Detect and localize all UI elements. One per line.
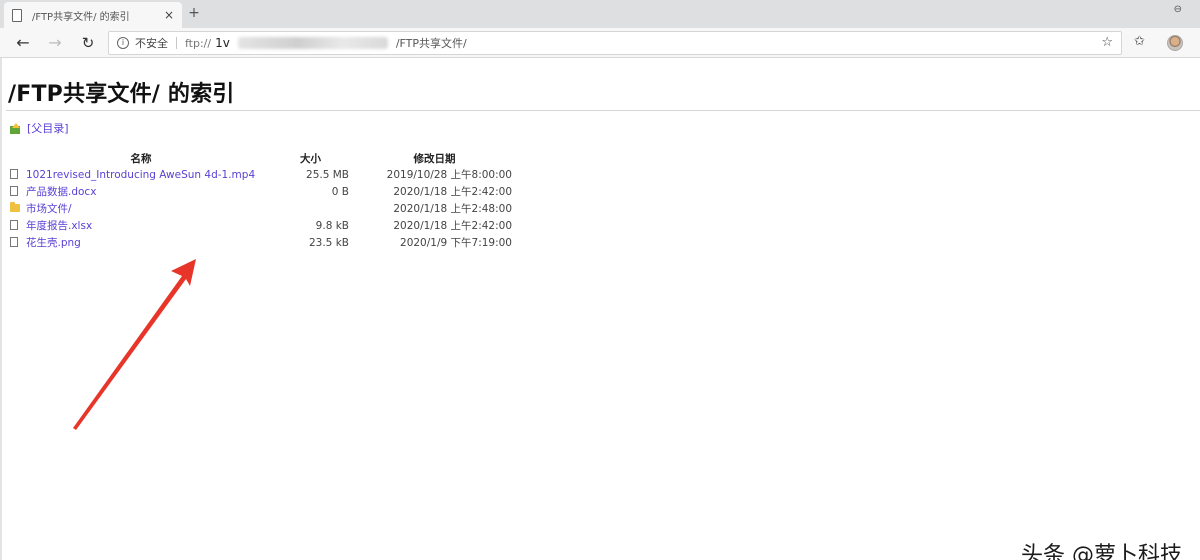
- new-tab-button[interactable]: +: [186, 5, 202, 21]
- file-modified-cell: 2020/1/18 上午2:48:00: [393, 203, 512, 215]
- table-row: 产品数据.docx 0 B 2020/1/18 上午2:42:00: [10, 183, 512, 200]
- column-header-modified[interactable]: 修改日期: [357, 150, 512, 166]
- security-label[interactable]: 不安全: [135, 35, 168, 51]
- page-icon: [12, 8, 22, 22]
- file-name-cell: 1021revised_Introducing AweSun 4d-1.mp4: [10, 166, 272, 183]
- file-size-cell: 23.5 kB: [308, 236, 349, 249]
- title-divider: [6, 110, 1200, 111]
- file-link[interactable]: 1021revised_Introducing AweSun 4d-1.mp4: [26, 169, 255, 181]
- parent-folder-icon: [10, 122, 21, 134]
- arrow-shape: [73, 259, 196, 430]
- browser-tab[interactable]: /FTP共享文件/ 的索引 ×: [4, 2, 182, 28]
- table-row: 市场文件/2020/1/18 上午2:48:00: [10, 200, 512, 217]
- file-link[interactable]: 花生壳.png: [26, 237, 81, 249]
- favorites-icon[interactable]: ✩: [1134, 34, 1145, 49]
- file-icon: [10, 168, 18, 179]
- folder-icon: [10, 202, 20, 212]
- file-name-cell: 年度报告.xlsx: [10, 217, 272, 234]
- profile-avatar[interactable]: [1167, 35, 1183, 51]
- url-scheme: ftp://: [185, 36, 212, 50]
- reload-button[interactable]: ↻: [77, 32, 99, 54]
- tab-close-button[interactable]: ×: [162, 8, 176, 22]
- back-button[interactable]: ←: [12, 32, 34, 54]
- url-host: 1v: [215, 36, 230, 50]
- file-name-cell: 花生壳.png: [10, 234, 272, 251]
- table-row: 1021revised_Introducing AweSun 4d-1.mp4 2…: [10, 166, 512, 183]
- parent-directory-row: [父目录]: [10, 120, 69, 136]
- file-modified-cell: 2020/1/9 下午7:19:00: [400, 237, 512, 249]
- file-link[interactable]: 年度报告.xlsx: [26, 220, 92, 232]
- file-size-cell: 25.5 MB: [306, 168, 349, 181]
- parent-directory-link[interactable]: [父目录]: [27, 120, 69, 136]
- file-name-cell: 市场文件/: [10, 200, 272, 217]
- file-link[interactable]: 产品数据.docx: [26, 186, 96, 198]
- content-left-border: [0, 58, 2, 560]
- file-listing-table: 名称 大小 修改日期 1021revised_Introducing AweSu…: [10, 150, 512, 251]
- address-bar[interactable]: i 不安全 ftp:// 1v /FTP共享文件/ ☆: [108, 31, 1122, 55]
- url-path: /FTP共享文件/: [395, 37, 467, 50]
- file-size-cell: 9.8 kB: [315, 219, 349, 232]
- file-modified-cell: 2019/10/28 上午8:00:00: [386, 169, 512, 181]
- address-separator: [176, 37, 177, 49]
- file-size-cell: 0 B: [331, 185, 349, 198]
- column-header-name[interactable]: 名称: [10, 150, 272, 166]
- file-name-cell: 产品数据.docx: [10, 183, 272, 200]
- file-modified-cell: 2020/1/18 上午2:42:00: [393, 186, 512, 198]
- table-row: 年度报告.xlsx 9.8 kB 2020/1/18 上午2:42:00: [10, 217, 512, 234]
- table-header-row: 名称 大小 修改日期: [10, 150, 512, 166]
- file-icon: [10, 237, 18, 247]
- watermark-text: 头条 @萝卜科技: [1021, 543, 1182, 560]
- browser-toolbar: ← → ↻ i 不安全 ftp:// 1v /FTP共享文件/ ☆ ✩: [0, 28, 1200, 58]
- bookmark-star-icon[interactable]: ☆: [1101, 35, 1113, 50]
- file-icon: [10, 220, 18, 230]
- info-icon[interactable]: i: [117, 37, 129, 49]
- forward-button[interactable]: →: [44, 32, 66, 54]
- column-header-size[interactable]: 大小: [272, 150, 357, 166]
- url-redacted-blur: [237, 37, 388, 49]
- file-icon: [10, 186, 18, 196]
- file-modified-cell: 2020/1/18 上午2:42:00: [393, 220, 512, 232]
- table-row: 花生壳.png 23.5 kB 2020/1/9 下午7:19:00: [10, 234, 512, 251]
- window-control-icon[interactable]: ⊖: [1174, 4, 1182, 15]
- tab-title: /FTP共享文件/ 的索引: [32, 11, 130, 23]
- tab-strip: /FTP共享文件/ 的索引 × + ⊖: [0, 0, 1200, 28]
- file-link[interactable]: 市场文件/: [26, 203, 72, 215]
- file-size-cell: [272, 200, 357, 217]
- page-title: /FTP共享文件/ 的索引: [8, 82, 235, 107]
